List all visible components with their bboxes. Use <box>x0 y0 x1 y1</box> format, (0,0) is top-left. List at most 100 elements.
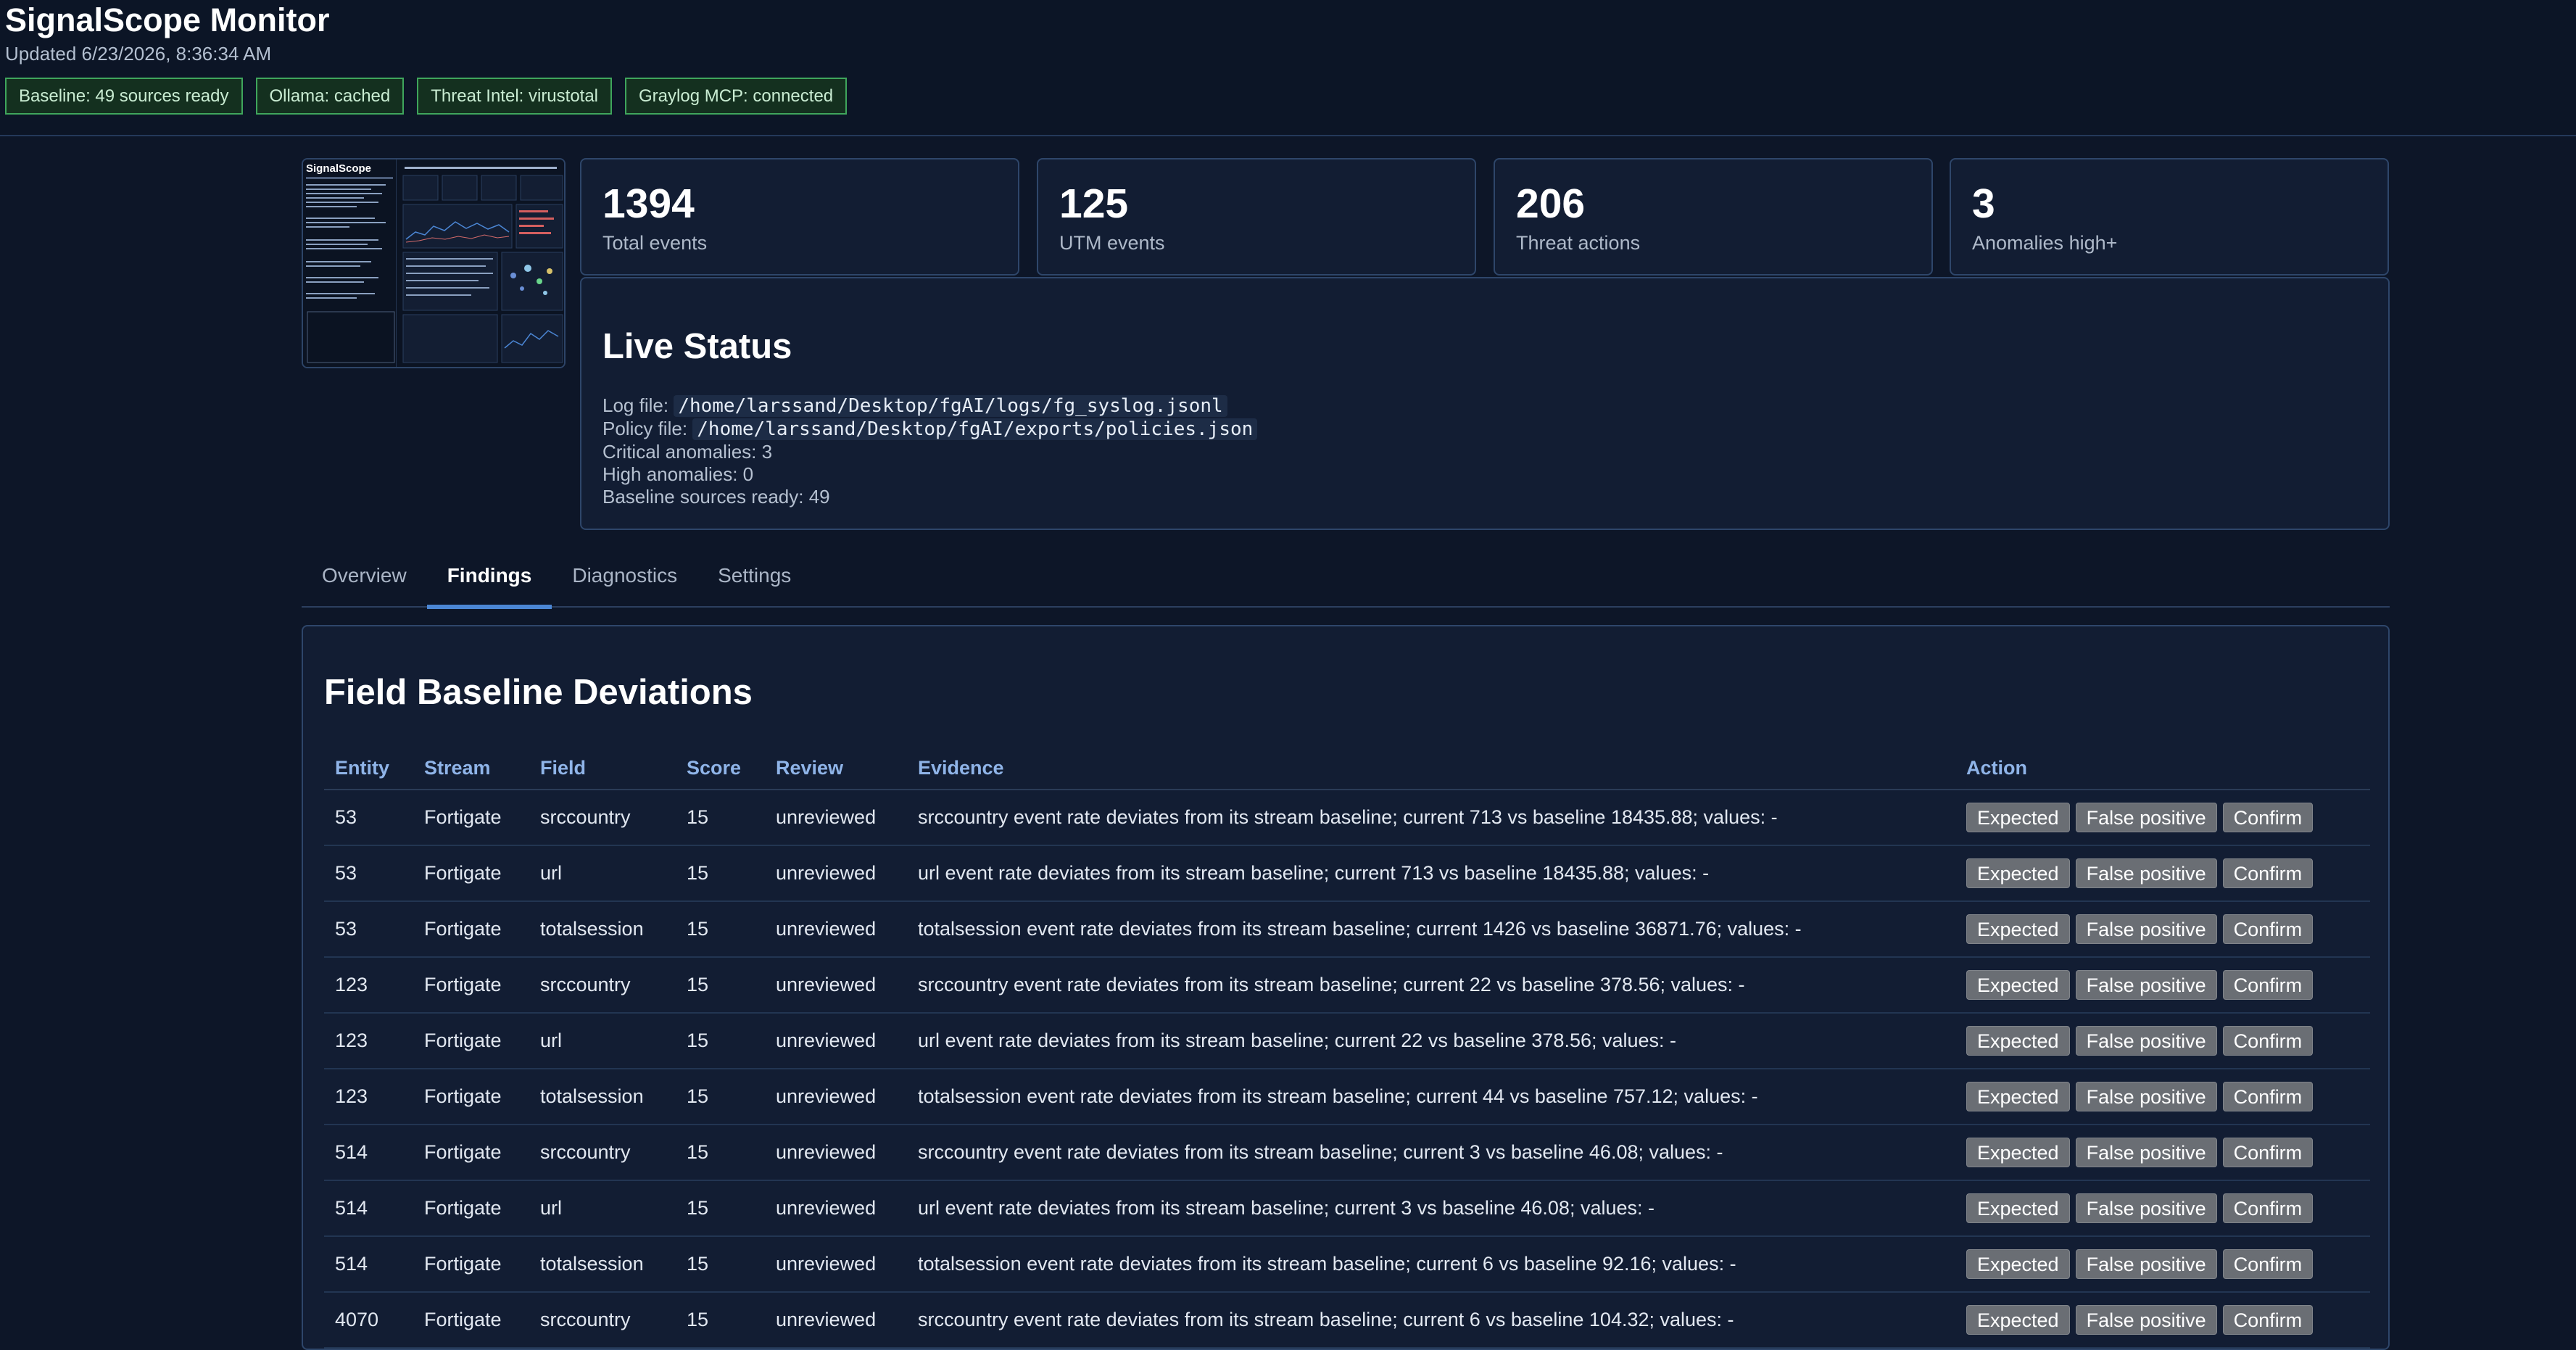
row-actions: Expected False positive Confirm <box>1966 803 2359 832</box>
status-badges: Baseline: 49 sources ready Ollama: cache… <box>5 78 848 115</box>
column-header-score[interactable]: Score <box>676 747 765 790</box>
confirm-button[interactable]: Confirm <box>2222 1249 2314 1279</box>
column-header-field[interactable]: Field <box>529 747 676 790</box>
column-header-stream[interactable]: Stream <box>413 747 529 790</box>
stat-value: 125 <box>1059 181 1129 227</box>
confirm-button[interactable]: Confirm <box>2222 1305 2314 1335</box>
tab-overview[interactable]: Overview <box>302 551 427 608</box>
table-row: 514 Fortigate totalsession 15 unreviewed tota… <box>324 1236 2370 1293</box>
expected-button[interactable]: Expected <box>1966 1193 2070 1223</box>
confirm-button[interactable]: Confirm <box>2222 1082 2314 1111</box>
field-cell: srccountry <box>529 1292 676 1349</box>
policy-file-label: Policy file: <box>602 418 688 439</box>
expected-button[interactable]: Expected <box>1966 858 2070 888</box>
entity-cell: 53 <box>324 901 413 958</box>
action-cell: Expected False positive Confirm <box>1955 845 2370 902</box>
confirm-button[interactable]: Confirm <box>2222 914 2314 944</box>
expected-button[interactable]: Expected <box>1966 803 2070 832</box>
row-actions: Expected False positive Confirm <box>1966 1138 2359 1167</box>
app-title: SignalScope Monitor <box>5 1 330 38</box>
false-positive-button[interactable]: False positive <box>2075 1138 2217 1167</box>
stat-value: 3 <box>1972 181 1995 227</box>
column-header-review[interactable]: Review <box>765 747 907 790</box>
score-cell: 15 <box>676 901 765 958</box>
false-positive-button[interactable]: False positive <box>2075 914 2217 944</box>
field-cell: totalsession <box>529 901 676 958</box>
review-cell: unreviewed <box>765 1013 907 1069</box>
field-cell: url <box>529 1180 676 1237</box>
false-positive-button[interactable]: False positive <box>2075 1305 2217 1335</box>
stat-label: Threat actions <box>1516 232 1641 254</box>
stream-cell: Fortigate <box>413 957 529 1014</box>
stream-cell: Fortigate <box>413 901 529 958</box>
table-row: 514 Fortigate srccountry 15 unreviewed srccou… <box>324 1125 2370 1181</box>
evidence-cell: srccountry event rate deviates from its … <box>907 1292 1955 1349</box>
policy-file-path: /home/larssand/Desktop/fgAI/exports/poli… <box>692 418 1258 440</box>
action-cell: Expected False positive Confirm <box>1955 1013 2370 1069</box>
baseline-sources-count: Baseline sources ready: 49 <box>602 486 830 508</box>
expected-button[interactable]: Expected <box>1966 1305 2070 1335</box>
review-cell: unreviewed <box>765 1069 907 1125</box>
entity-cell: 514 <box>324 1236 413 1293</box>
expected-button[interactable]: Expected <box>1966 1138 2070 1167</box>
policy-file-line: Policy file: /home/larssand/Desktop/fgAI… <box>602 418 1258 441</box>
stream-cell: Fortigate <box>413 1125 529 1181</box>
row-actions: Expected False positive Confirm <box>1966 914 2359 944</box>
tab-diagnostics[interactable]: Diagnostics <box>552 551 697 608</box>
score-cell: 15 <box>676 1125 765 1181</box>
main-tabs: Overview Findings Diagnostics Settings <box>302 551 2390 609</box>
expected-button[interactable]: Expected <box>1966 1249 2070 1279</box>
confirm-button[interactable]: Confirm <box>2222 803 2314 832</box>
evidence-cell: totalsession event rate deviates from it… <box>907 1236 1955 1293</box>
stat-label: UTM events <box>1059 232 1165 254</box>
review-cell: unreviewed <box>765 790 907 846</box>
expected-button[interactable]: Expected <box>1966 970 2070 1000</box>
false-positive-button[interactable]: False positive <box>2075 1249 2217 1279</box>
table-row: 123 Fortigate totalsession 15 unreviewed tota… <box>324 1069 2370 1125</box>
action-cell: Expected False positive Confirm <box>1955 1125 2370 1181</box>
false-positive-button[interactable]: False positive <box>2075 803 2217 832</box>
false-positive-button[interactable]: False positive <box>2075 858 2217 888</box>
column-header-entity[interactable]: Entity <box>324 747 413 790</box>
tab-findings[interactable]: Findings <box>426 551 552 609</box>
field-cell: srccountry <box>529 1125 676 1181</box>
log-file-line: Log file: /home/larssand/Desktop/fgAI/lo… <box>602 394 1257 418</box>
stat-card-anomalies-high: 3 Anomalies high+ <box>1950 158 2389 276</box>
tab-settings[interactable]: Settings <box>697 551 811 608</box>
false-positive-button[interactable]: False positive <box>2075 1026 2217 1056</box>
evidence-cell: url event rate deviates from its stream … <box>907 1013 1955 1069</box>
table-row: 53 Fortigate srccountry 15 unreviewed srccoun… <box>324 790 2370 846</box>
entity-cell: 53 <box>324 790 413 846</box>
score-cell: 15 <box>676 1013 765 1069</box>
score-cell: 15 <box>676 845 765 902</box>
expected-button[interactable]: Expected <box>1966 1082 2070 1111</box>
confirm-button[interactable]: Confirm <box>2222 858 2314 888</box>
baseline-deviations-table: Entity Stream Field Score Review Evidenc… <box>324 747 2370 1349</box>
false-positive-button[interactable]: False positive <box>2075 1193 2217 1223</box>
findings-panel: Field Baseline Deviations Entity Stream … <box>302 625 2390 1350</box>
confirm-button[interactable]: Confirm <box>2222 1026 2314 1056</box>
action-cell: Expected False positive Confirm <box>1955 1180 2370 1237</box>
confirm-button[interactable]: Confirm <box>2222 1193 2314 1223</box>
row-actions: Expected False positive Confirm <box>1966 1305 2359 1335</box>
dashboard-preview-thumbnail[interactable]: SignalScope <box>302 158 566 368</box>
table-row: 123 Fortigate srccountry 15 unreviewed srccou… <box>324 957 2370 1014</box>
live-status-title: Live Status <box>602 327 792 366</box>
confirm-button[interactable]: Confirm <box>2222 970 2314 1000</box>
evidence-cell: srccountry event rate deviates from its … <box>907 957 1955 1014</box>
false-positive-button[interactable]: False positive <box>2075 1082 2217 1111</box>
expected-button[interactable]: Expected <box>1966 914 2070 944</box>
column-header-evidence[interactable]: Evidence <box>907 747 1955 790</box>
confirm-button[interactable]: Confirm <box>2222 1138 2314 1167</box>
entity-cell: 123 <box>324 1069 413 1125</box>
score-cell: 15 <box>676 790 765 846</box>
entity-cell: 123 <box>324 957 413 1014</box>
table-header-row: Entity Stream Field Score Review Evidenc… <box>324 747 2370 790</box>
evidence-cell: srccountry event rate deviates from its … <box>907 1125 1955 1181</box>
false-positive-button[interactable]: False positive <box>2075 970 2217 1000</box>
score-cell: 15 <box>676 1292 765 1349</box>
expected-button[interactable]: Expected <box>1966 1026 2070 1056</box>
field-cell: url <box>529 845 676 902</box>
stat-card-total-events: 1394 Total events <box>580 158 1019 276</box>
evidence-cell: totalsession event rate deviates from it… <box>907 901 1955 958</box>
